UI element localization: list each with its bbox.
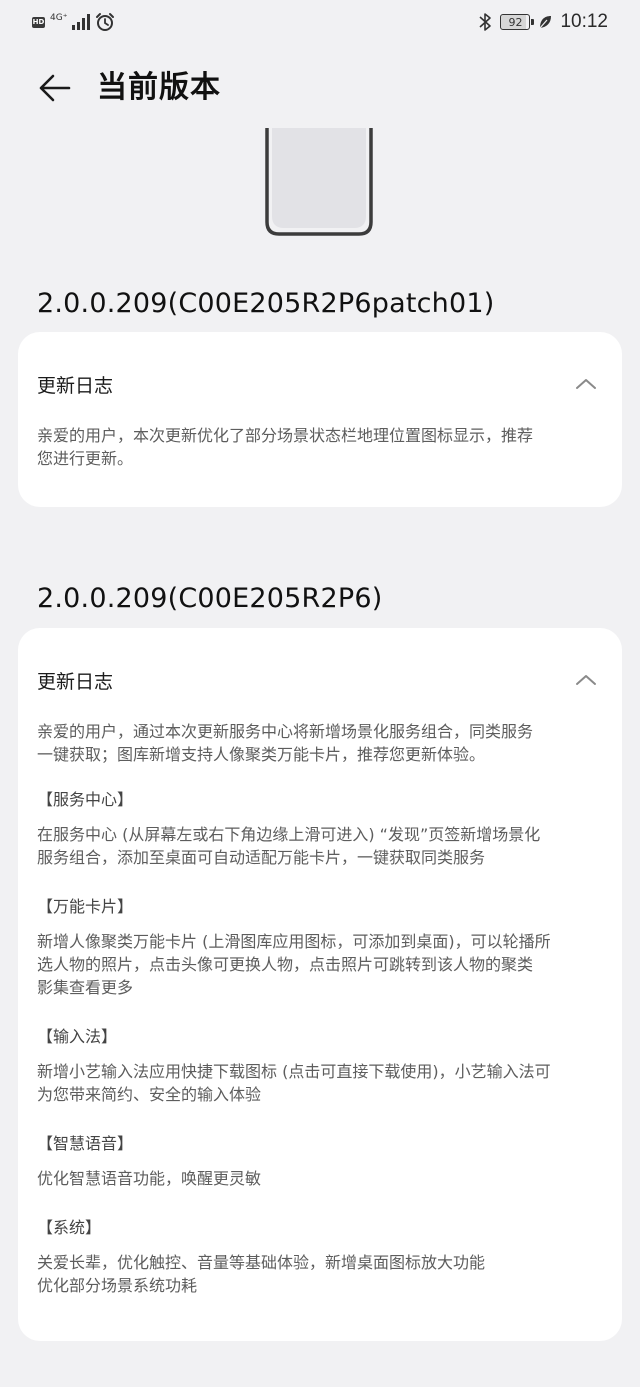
changelog-line: 一键获取；图库新增支持人像聚类万能卡片，推荐您更新体验。	[37, 745, 486, 764]
phone-illustration-icon	[265, 128, 373, 236]
battery-indicator: 92	[500, 14, 535, 30]
changelog-line: 优化部分场景系统功耗	[37, 1276, 198, 1295]
changelog-intro: 亲爱的用户，通过本次更新服务中心将新增场景化服务组合，同类服务 一键获取；图库新…	[37, 720, 602, 766]
status-bar: HD 4G⁺ 92 10:12	[0, 0, 640, 44]
changelog-line: 亲爱的用户，通过本次更新服务中心将新增场景化服务组合，同类服务	[37, 722, 534, 741]
changelog-card-r2p6: 更新日志 亲爱的用户，通过本次更新服务中心将新增场景化服务组合，同类服务 一键获…	[18, 628, 622, 1341]
bluetooth-icon	[479, 13, 492, 31]
section-title: 【万能卡片】	[37, 897, 134, 916]
changelog-line: 您进行更新。	[37, 449, 134, 468]
section-system: 【系统】 关爱长辈，优化触控、音量等基础体验，新增桌面图标放大功能 优化部分场景…	[37, 1216, 602, 1297]
section-title: 【服务中心】	[37, 790, 134, 809]
changelog-line: 在服务中心 (从屏幕左或右下角边缘上滑可进入) “发现”页签新增场景化	[37, 825, 541, 844]
chevron-up-icon[interactable]	[574, 372, 598, 396]
section-title: 【系统】	[37, 1218, 102, 1237]
power-saving-leaf-icon	[540, 16, 552, 29]
version-title-patch01: 2.0.0.209(C00E205R2P6patch01)	[37, 288, 495, 319]
status-bar-left: HD 4G⁺	[32, 10, 115, 34]
section-smart-voice: 【智慧语音】 优化智慧语音功能，唤醒更灵敏	[37, 1132, 602, 1190]
section-title: 【智慧语音】	[37, 1134, 134, 1153]
chevron-up-icon[interactable]	[574, 668, 598, 692]
changelog-body-patch01: 亲爱的用户，本次更新优化了部分场景状态栏地理位置图标显示，推荐 您进行更新。	[37, 424, 602, 470]
back-button[interactable]	[36, 70, 72, 106]
section-input-method: 【输入法】 新增小艺输入法应用快捷下载图标 (点击可直接下载使用)，小艺输入法可…	[37, 1025, 602, 1106]
section-title: 【输入法】	[37, 1027, 118, 1046]
changelog-line: 关爱长辈，优化触控、音量等基础体验，新增桌面图标放大功能	[37, 1253, 486, 1272]
changelog-line: 新增人像聚类万能卡片 (上滑图库应用图标，可添加到桌面)，可以轮播所	[37, 932, 551, 951]
changelog-line: 影集查看更多	[37, 978, 134, 997]
version-title-r2p6: 2.0.0.209(C00E205R2P6)	[37, 583, 383, 614]
changelog-line: 亲爱的用户，本次更新优化了部分场景状态栏地理位置图标显示，推荐	[37, 426, 534, 445]
battery-level: 92	[508, 15, 523, 29]
changelog-line: 新增小艺输入法应用快捷下载图标 (点击可直接下载使用)，小艺输入法可	[37, 1062, 551, 1081]
alarm-clock-icon	[96, 13, 115, 31]
network-type-label: 4G⁺	[50, 12, 68, 23]
changelog-card-patch01: 更新日志 亲爱的用户，本次更新优化了部分场景状态栏地理位置图标显示，推荐 您进行…	[18, 332, 622, 507]
page-title: 当前版本	[97, 70, 221, 105]
arrow-left-icon	[39, 74, 71, 102]
section-service-widgets: 【万能卡片】 新增人像聚类万能卡片 (上滑图库应用图标，可添加到桌面)，可以轮播…	[37, 895, 602, 999]
changelog-line: 为您带来简约、安全的输入体验	[37, 1085, 262, 1104]
changelog-header-r2p6[interactable]: 更新日志	[37, 658, 602, 702]
changelog-line: 服务组合，添加至桌面可自动适配万能卡片，一键获取同类服务	[37, 848, 486, 867]
changelog-line: 选人物的照片，点击头像可更换人物，点击照片可跳转到该人物的聚类	[37, 955, 534, 974]
changelog-title: 更新日志	[37, 670, 114, 693]
section-service-center: 【服务中心】 在服务中心 (从屏幕左或右下角边缘上滑可进入) “发现”页签新增场…	[37, 788, 602, 869]
hd-voice-badge: HD	[32, 16, 45, 28]
changelog-header-patch01[interactable]: 更新日志	[37, 362, 602, 406]
changelog-line: 优化智慧语音功能，唤醒更灵敏	[37, 1169, 262, 1188]
signal-bars-icon	[72, 14, 91, 30]
changelog-title: 更新日志	[37, 374, 114, 397]
status-bar-right: 92 10:12	[478, 10, 608, 34]
status-time: 10:12	[560, 11, 608, 32]
